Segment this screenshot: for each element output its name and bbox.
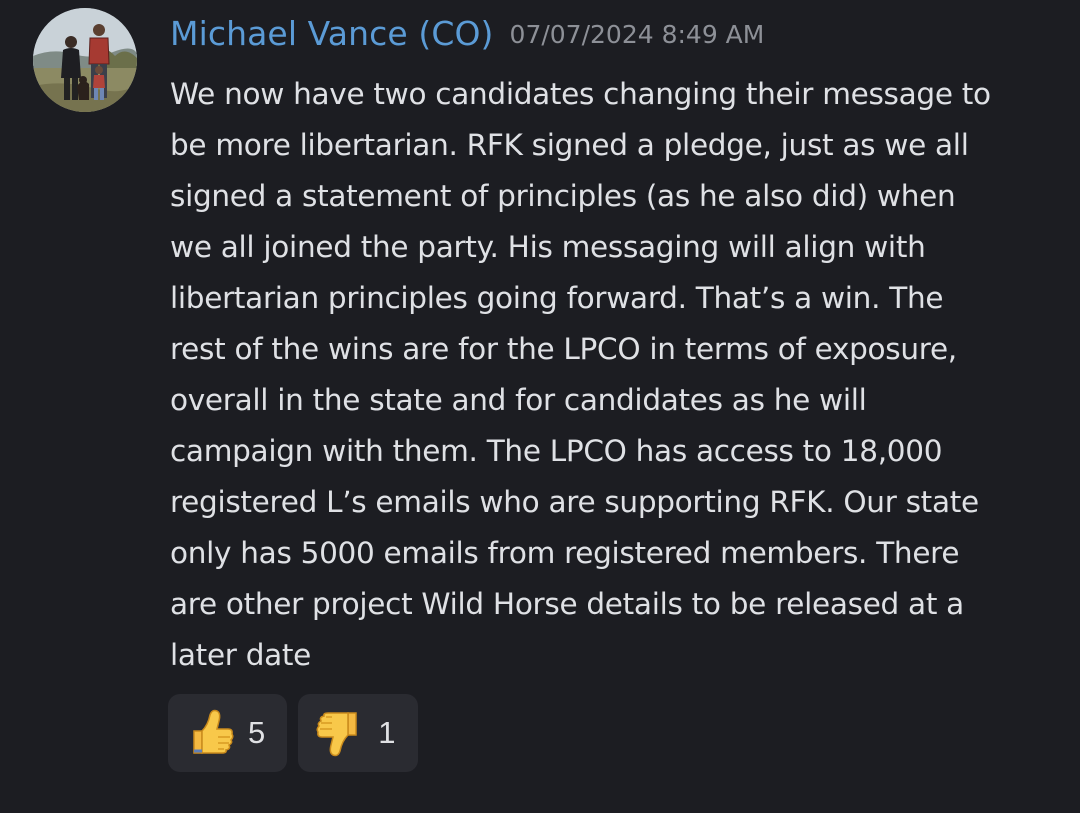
reaction-count: 5 [248,715,266,750]
message-body: We now have two candidates changing thei… [170,77,991,672]
reaction-thumbs-up[interactable]: 5 [168,694,288,772]
message-header: Michael Vance (CO) 07/07/2024 8:49 AM [170,14,764,53]
reaction-thumbs-down[interactable]: 1 [298,694,418,772]
reaction-count: 1 [378,715,396,750]
reactions-bar: 5 1 [168,694,418,772]
thumbs-up-icon [184,707,236,759]
message-timestamp: 07/07/2024 8:49 AM [509,20,765,49]
avatar-photo [33,8,137,112]
author-name[interactable]: Michael Vance (CO) [170,14,494,53]
thumbs-down-icon [314,707,366,759]
chat-message: Michael Vance (CO) 07/07/2024 8:49 AM We … [0,0,1080,813]
avatar[interactable] [33,8,137,112]
